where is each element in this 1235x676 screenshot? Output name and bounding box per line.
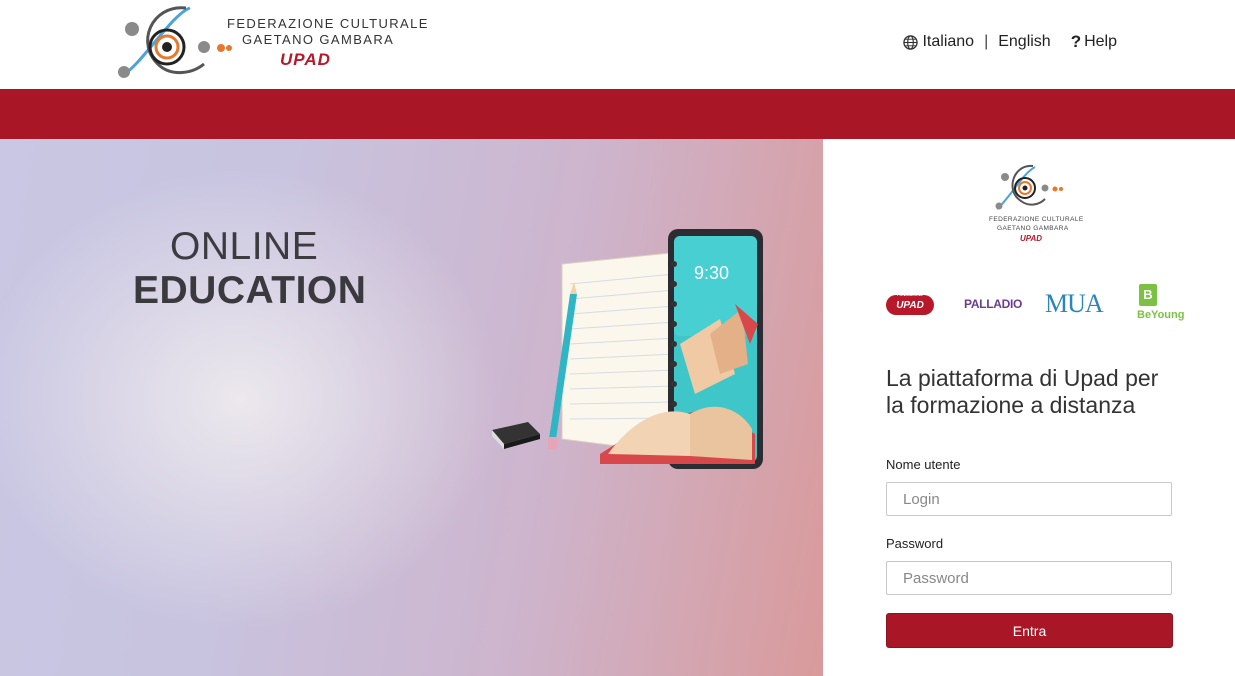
mini-logo-upad: UPAD xyxy=(1020,234,1043,243)
globe-icon xyxy=(903,34,919,50)
logo-line2: GAETANO GAMBARA xyxy=(242,32,395,47)
hero-banner: ONLINE EDUCATION 9:30 xyxy=(0,139,823,676)
federazione-mini-logo: FEDERAZIONE CULTURALE GAETANO GAMBARA UP… xyxy=(983,161,1083,251)
partner-logos: FONDAZIONE UPAD PALLADIO MUA B BeYoung xyxy=(886,284,1184,326)
password-input[interactable] xyxy=(886,561,1172,595)
username-label: Nome utente xyxy=(886,457,961,472)
partner-palladio-logo: PALLADIO xyxy=(964,297,1023,311)
partner-beyoung-logo: B BeYoung xyxy=(1137,284,1184,326)
beyoung-mark-icon: B xyxy=(1139,284,1157,306)
login-button[interactable]: Entra xyxy=(886,613,1173,648)
eraser-icon xyxy=(492,422,540,449)
language-english-link[interactable]: English xyxy=(998,33,1050,51)
language-italiano-link[interactable]: Italiano xyxy=(922,33,974,51)
partner-mua-logo: MUA xyxy=(1045,289,1104,318)
logo-mark-icon xyxy=(118,6,232,78)
logo-line1: FEDERAZIONE CULTURALE xyxy=(227,16,429,31)
help-icon: ? xyxy=(1070,32,1082,51)
password-label: Password xyxy=(886,536,944,551)
platform-tagline: La piattaforma di Upad per la formazione… xyxy=(886,365,1159,418)
site-header: FEDERAZIONE CULTURALE GAETANO GAMBARA UP… xyxy=(0,0,1235,89)
mini-logo-mark-icon xyxy=(995,164,1063,210)
nav-separator: | xyxy=(984,33,989,50)
partner-upad-text: UPAD xyxy=(896,300,924,311)
hero-title-line2: EDUCATION xyxy=(133,269,367,312)
online-education-illustration: 9:30 xyxy=(492,229,763,469)
partner-upad-logo: FONDAZIONE UPAD xyxy=(886,292,934,315)
upad-logo-text: UPAD xyxy=(280,50,331,69)
federazione-logo[interactable]: FEDERAZIONE CULTURALE GAETANO GAMBARA UP… xyxy=(112,4,427,84)
phone-time: 9:30 xyxy=(694,263,729,283)
mini-logo-line2: GAETANO GAMBARA xyxy=(997,225,1069,232)
username-input[interactable] xyxy=(886,482,1172,516)
header-red-band xyxy=(0,89,1235,139)
partner-upad-small: FONDAZIONE xyxy=(896,292,924,297)
top-navigation: Italiano | English ? Help xyxy=(903,32,1117,52)
hero-title-line1: ONLINE xyxy=(170,225,319,268)
help-link[interactable]: Help xyxy=(1084,33,1117,51)
mini-logo-line1: FEDERAZIONE CULTURALE xyxy=(989,216,1084,223)
partner-beyoung-text: BeYoung xyxy=(1137,309,1185,321)
login-panel: FEDERAZIONE CULTURALE GAETANO GAMBARA UP… xyxy=(823,139,1235,676)
